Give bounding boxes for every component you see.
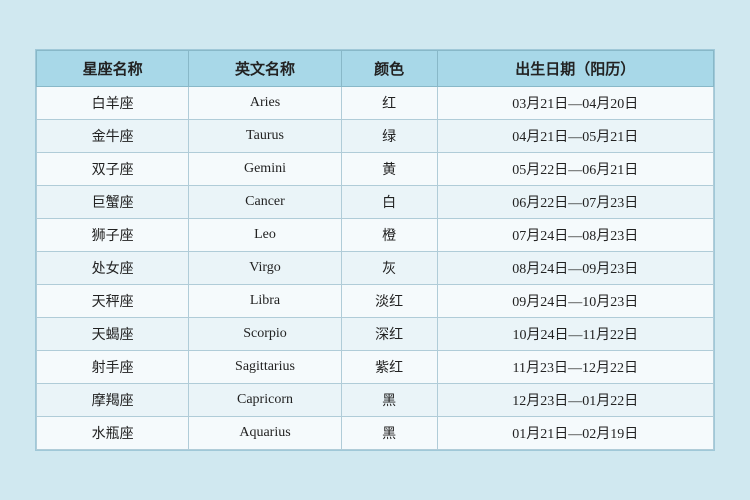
cell-english-name: Cancer — [189, 186, 341, 219]
cell-english-name: Taurus — [189, 120, 341, 153]
table-row: 天秤座Libra淡红09月24日—10月23日 — [37, 285, 714, 318]
cell-dates: 12月23日—01月22日 — [437, 384, 713, 417]
table-row: 白羊座Aries红03月21日—04月20日 — [37, 87, 714, 120]
cell-color: 黄 — [341, 153, 437, 186]
cell-english-name: Scorpio — [189, 318, 341, 351]
table-row: 水瓶座Aquarius黑01月21日—02月19日 — [37, 417, 714, 450]
table-header-row: 星座名称 英文名称 颜色 出生日期（阳历） — [37, 51, 714, 87]
table-row: 巨蟹座Cancer白06月22日—07月23日 — [37, 186, 714, 219]
cell-dates: 04月21日—05月21日 — [437, 120, 713, 153]
cell-english-name: Aquarius — [189, 417, 341, 450]
cell-color: 灰 — [341, 252, 437, 285]
table-row: 双子座Gemini黄05月22日—06月21日 — [37, 153, 714, 186]
cell-dates: 03月21日—04月20日 — [437, 87, 713, 120]
zodiac-table-container: 星座名称 英文名称 颜色 出生日期（阳历） 白羊座Aries红03月21日—04… — [35, 49, 715, 451]
table-row: 狮子座Leo橙07月24日—08月23日 — [37, 219, 714, 252]
cell-color: 绿 — [341, 120, 437, 153]
table-row: 金牛座Taurus绿04月21日—05月21日 — [37, 120, 714, 153]
cell-chinese-name: 射手座 — [37, 351, 189, 384]
cell-chinese-name: 摩羯座 — [37, 384, 189, 417]
cell-dates: 05月22日—06月21日 — [437, 153, 713, 186]
cell-color: 深红 — [341, 318, 437, 351]
cell-chinese-name: 金牛座 — [37, 120, 189, 153]
cell-english-name: Capricorn — [189, 384, 341, 417]
cell-color: 橙 — [341, 219, 437, 252]
table-row: 处女座Virgo灰08月24日—09月23日 — [37, 252, 714, 285]
header-english-name: 英文名称 — [189, 51, 341, 87]
header-dates: 出生日期（阳历） — [437, 51, 713, 87]
cell-english-name: Leo — [189, 219, 341, 252]
cell-chinese-name: 双子座 — [37, 153, 189, 186]
cell-english-name: Gemini — [189, 153, 341, 186]
cell-chinese-name: 天秤座 — [37, 285, 189, 318]
cell-chinese-name: 巨蟹座 — [37, 186, 189, 219]
cell-english-name: Aries — [189, 87, 341, 120]
cell-chinese-name: 白羊座 — [37, 87, 189, 120]
cell-color: 淡红 — [341, 285, 437, 318]
cell-english-name: Virgo — [189, 252, 341, 285]
cell-dates: 08月24日—09月23日 — [437, 252, 713, 285]
cell-chinese-name: 处女座 — [37, 252, 189, 285]
table-row: 射手座Sagittarius紫红11月23日—12月22日 — [37, 351, 714, 384]
cell-color: 紫红 — [341, 351, 437, 384]
cell-english-name: Libra — [189, 285, 341, 318]
cell-chinese-name: 狮子座 — [37, 219, 189, 252]
cell-dates: 11月23日—12月22日 — [437, 351, 713, 384]
header-color: 颜色 — [341, 51, 437, 87]
zodiac-table: 星座名称 英文名称 颜色 出生日期（阳历） 白羊座Aries红03月21日—04… — [36, 50, 714, 450]
cell-chinese-name: 天蝎座 — [37, 318, 189, 351]
cell-dates: 06月22日—07月23日 — [437, 186, 713, 219]
cell-dates: 09月24日—10月23日 — [437, 285, 713, 318]
cell-dates: 01月21日—02月19日 — [437, 417, 713, 450]
cell-dates: 10月24日—11月22日 — [437, 318, 713, 351]
cell-color: 黑 — [341, 417, 437, 450]
cell-chinese-name: 水瓶座 — [37, 417, 189, 450]
cell-color: 白 — [341, 186, 437, 219]
cell-dates: 07月24日—08月23日 — [437, 219, 713, 252]
cell-english-name: Sagittarius — [189, 351, 341, 384]
header-chinese-name: 星座名称 — [37, 51, 189, 87]
table-row: 摩羯座Capricorn黑12月23日—01月22日 — [37, 384, 714, 417]
table-row: 天蝎座Scorpio深红10月24日—11月22日 — [37, 318, 714, 351]
cell-color: 黑 — [341, 384, 437, 417]
cell-color: 红 — [341, 87, 437, 120]
